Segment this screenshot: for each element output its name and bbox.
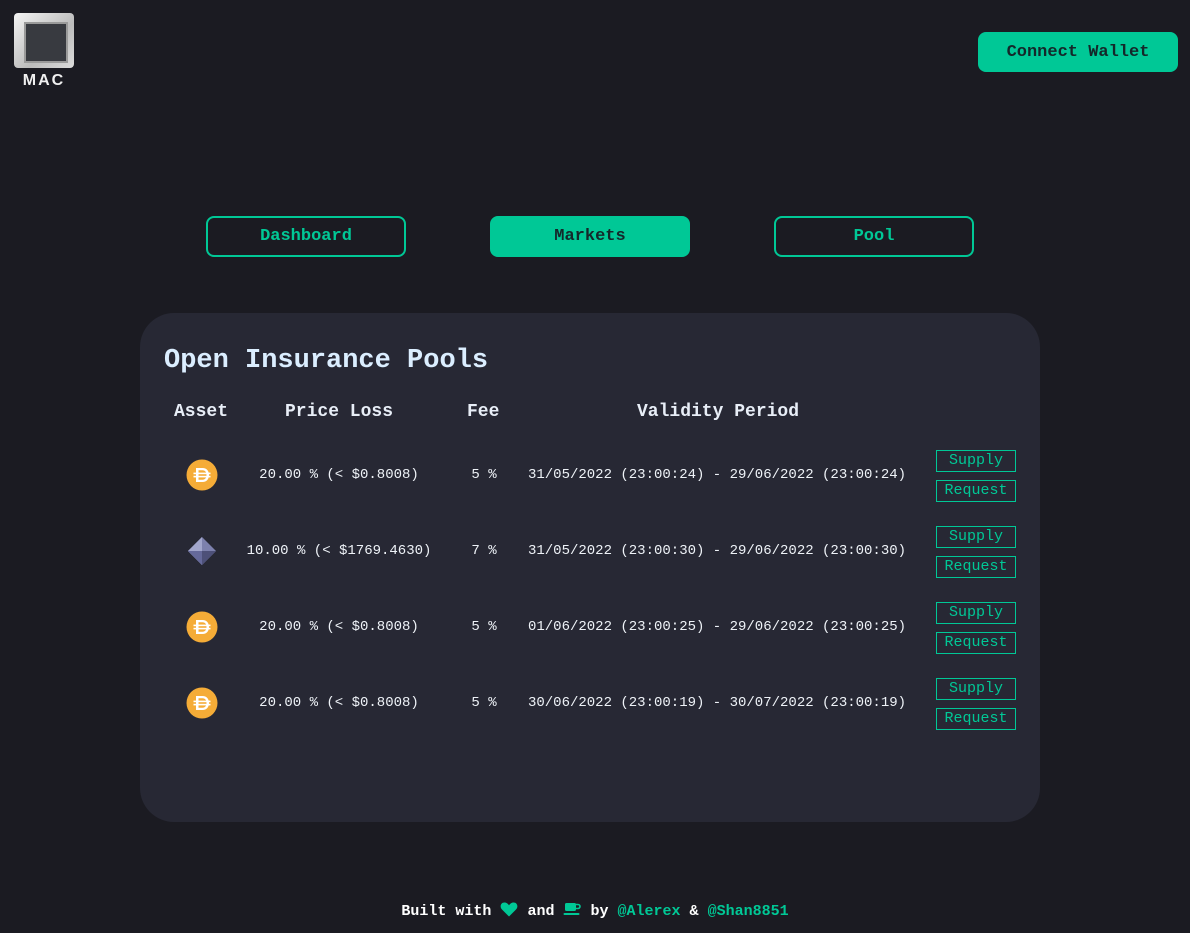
table-row: 20.00 % (< $0.8008) 5 % 01/06/2022 (23:0… xyxy=(140,597,1040,657)
open-insurance-pools-card: Open Insurance Pools Asset Price Loss Fe… xyxy=(140,313,1040,822)
request-button[interactable]: Request xyxy=(936,480,1016,502)
author-link-shan8851[interactable]: @Shan8851 xyxy=(708,903,789,920)
request-button[interactable]: Request xyxy=(936,708,1016,730)
footer-and: and xyxy=(527,903,555,920)
tab-dashboard[interactable]: Dashboard xyxy=(206,216,406,257)
validity-period-value: 31/05/2022 (23:00:24) - 29/06/2022 (23:0… xyxy=(527,467,907,483)
mac-logo[interactable]: MAC xyxy=(14,13,74,91)
footer-by: by xyxy=(590,903,609,920)
logo-icon xyxy=(14,13,74,68)
fee-value: 5 % xyxy=(471,695,497,711)
price-loss-value: 10.00 % (< $1769.4630) xyxy=(246,543,432,559)
dai-icon xyxy=(186,611,218,643)
table-row: 20.00 % (< $0.8008) 5 % 31/05/2022 (23:0… xyxy=(140,445,1040,505)
price-loss-value: 20.00 % (< $0.8008) xyxy=(259,467,419,483)
heart-icon xyxy=(501,902,518,917)
supply-button[interactable]: Supply xyxy=(936,526,1016,548)
fee-value: 5 % xyxy=(471,619,497,635)
column-header-price-loss: Price Loss xyxy=(285,402,394,422)
eth-icon xyxy=(188,537,216,565)
tab-pool[interactable]: Pool xyxy=(774,216,974,257)
validity-period-value: 30/06/2022 (23:00:19) - 30/07/2022 (23:0… xyxy=(527,695,907,711)
author-link-alerex[interactable]: @Alerex xyxy=(618,903,681,920)
page-title: Open Insurance Pools xyxy=(164,346,489,376)
footer-amp: & xyxy=(689,903,699,920)
validity-period-value: 31/05/2022 (23:00:30) - 29/06/2022 (23:0… xyxy=(527,543,907,559)
tab-markets[interactable]: Markets xyxy=(490,216,690,257)
column-header-validity-period: Validity Period xyxy=(637,402,800,422)
fee-value: 7 % xyxy=(471,543,497,559)
dai-icon xyxy=(186,687,218,719)
column-header-fee: Fee xyxy=(467,402,500,422)
footer-built-with: Built with xyxy=(401,903,492,920)
request-button[interactable]: Request xyxy=(936,556,1016,578)
request-button[interactable]: Request xyxy=(936,632,1016,654)
logo-text: MAC xyxy=(22,72,66,89)
connect-wallet-button[interactable]: Connect Wallet xyxy=(978,32,1178,72)
dai-icon xyxy=(186,459,218,491)
price-loss-value: 20.00 % (< $0.8008) xyxy=(259,619,419,635)
price-loss-value: 20.00 % (< $0.8008) xyxy=(259,695,419,711)
table-row: 20.00 % (< $0.8008) 5 % 30/06/2022 (23:0… xyxy=(140,673,1040,733)
supply-button[interactable]: Supply xyxy=(936,602,1016,624)
column-header-asset: Asset xyxy=(174,402,229,422)
coffee-icon xyxy=(563,903,582,915)
supply-button[interactable]: Supply xyxy=(936,678,1016,700)
fee-value: 5 % xyxy=(471,467,497,483)
table-row: 10.00 % (< $1769.4630) 7 % 31/05/2022 (2… xyxy=(140,521,1040,581)
supply-button[interactable]: Supply xyxy=(936,450,1016,472)
validity-period-value: 01/06/2022 (23:00:25) - 29/06/2022 (23:0… xyxy=(527,619,907,635)
footer: Built with and by @Alerex & @Shan8851 xyxy=(0,901,1190,920)
